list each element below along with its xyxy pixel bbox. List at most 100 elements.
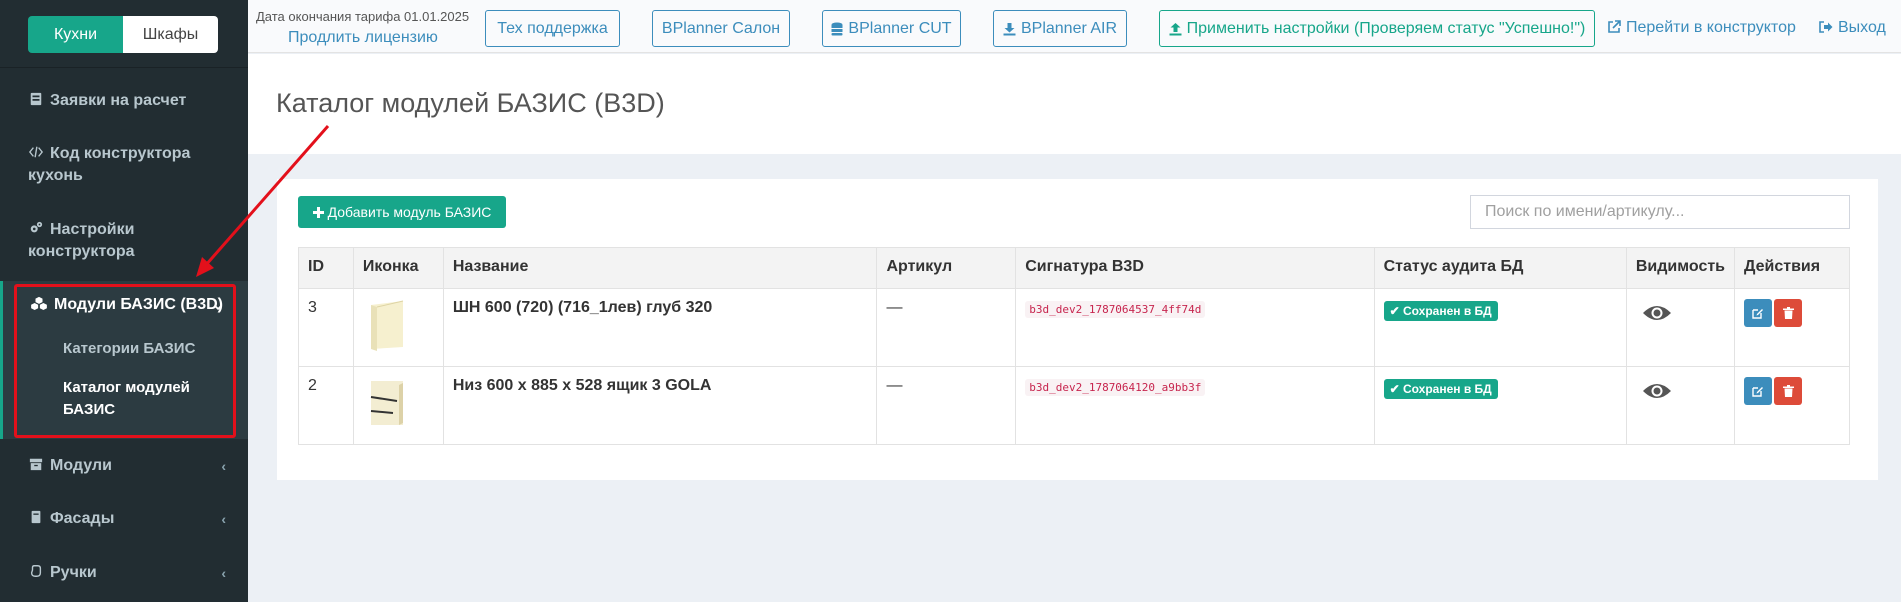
sidebar-item-label: Модули [50, 457, 112, 474]
trash-icon [1782, 307, 1794, 319]
sidebar: Кухни Шкафы Заявки на расчет Код констру… [0, 0, 248, 602]
edit-icon [1752, 309, 1764, 319]
eye-icon[interactable] [1642, 303, 1672, 323]
upload-icon [1169, 22, 1182, 35]
cell-visibility [1625, 288, 1736, 367]
cell-icon [352, 288, 444, 367]
module-name: Низ 600 х 885 х 528 ящик 3 GOLA [452, 377, 712, 394]
content-header: Каталог модулей БАЗИС (B3D) [248, 54, 1901, 154]
cell-name: Низ 600 х 885 х 528 ящик 3 GOLA [442, 366, 878, 445]
chevron-down-icon: ⌄ [212, 296, 224, 313]
external-link-icon [1608, 20, 1621, 33]
edit-button[interactable] [1744, 377, 1773, 405]
sidebar-subitem-bazis-categories[interactable]: Категории БАЗИС [63, 338, 238, 360]
sidebar-item-label: Ручки [50, 564, 97, 581]
product-switch: Кухни Шкафы [28, 16, 218, 53]
table-row: 2 Низ 600 х 885 х 528 ящик 3 GOLA — b3d_… [298, 366, 1850, 445]
cell-audit-status: ✔ Сохранен в БД [1373, 288, 1627, 367]
column-header-signature: Сигнатура B3D [1015, 247, 1375, 289]
module-thumbnail-image [370, 300, 404, 351]
column-header-audit-status: Статус аудита БД [1373, 247, 1627, 289]
sidebar-item-label: Код конструктора кухонь [28, 145, 191, 184]
delete-button[interactable] [1774, 299, 1803, 327]
search-input[interactable] [1470, 195, 1850, 229]
table-header-row: ID Иконка Название Артикул Сигнатура B3D… [298, 247, 1850, 289]
sidebar-item-handles[interactable]: Ручки ‹ [0, 562, 248, 584]
cell-id: 2 [298, 366, 354, 445]
bplanner-cut-button[interactable]: BPlanner CUT [822, 10, 961, 47]
page-title: Каталог модулей БАЗИС (B3D) [276, 88, 665, 118]
cell-signature: b3d_dev2_1787064537_4ff74d [1015, 288, 1375, 367]
column-header-id: ID [298, 247, 354, 289]
support-button-label: Тех поддержка [497, 19, 608, 37]
book-icon [31, 510, 41, 524]
cubes-icon [31, 296, 47, 310]
cogs-icon [30, 221, 43, 233]
sidebar-item-bazis-modules[interactable]: Модули БАЗИС (B3D) ⌄ [0, 294, 248, 316]
column-header-article: Артикул [876, 247, 1017, 289]
check-icon: ✔ [1389, 304, 1403, 318]
bplanner-air-button[interactable]: BPlanner AIR [993, 10, 1127, 47]
go-to-constructor-link[interactable]: Перейти в конструктор [1607, 19, 1796, 37]
column-header-icon: Иконка [352, 247, 444, 289]
cell-article: — [876, 288, 1017, 367]
sidebar-item-label: Модули БАЗИС (B3D) [54, 296, 224, 313]
tariff-expiry-text: Дата окончания тарифа 01.01.2025 [256, 9, 470, 24]
table-row: 3 ШН 600 (720) (716_1лев) глуб 320 — b3d… [298, 288, 1850, 367]
inbox-icon [30, 92, 42, 106]
wardrobes-tab[interactable]: Шкафы [123, 16, 218, 53]
sidebar-divider [0, 67, 248, 68]
support-button[interactable]: Тех поддержка [485, 10, 620, 47]
chevron-left-icon: ‹ [221, 458, 226, 474]
delete-button[interactable] [1774, 377, 1803, 405]
b3d-signature: b3d_dev2_1787064537_4ff74d [1025, 301, 1206, 318]
module-thumbnail-image [370, 381, 403, 425]
sidebar-item-label: Фасады [50, 510, 115, 527]
sidebar-item-requests[interactable]: Заявки на расчет [0, 90, 248, 112]
code-icon [28, 146, 44, 158]
cell-audit-status: ✔ Сохранен в БД [1373, 366, 1627, 445]
column-header-actions: Действия [1734, 247, 1850, 289]
logout-label: Выход [1838, 19, 1886, 36]
hand-icon [30, 565, 42, 577]
sidebar-item-facades[interactable]: Фасады ‹ [0, 508, 248, 530]
cell-name: ШН 600 (720) (716_1лев) глуб 320 [442, 288, 878, 367]
cell-article: — [876, 366, 1017, 445]
edit-button[interactable] [1744, 299, 1773, 327]
edit-icon [1752, 387, 1764, 397]
column-header-visibility: Видимость [1625, 247, 1736, 289]
cell-icon [352, 366, 444, 445]
sidebar-subitem-bazis-catalog[interactable]: Каталог модулей БАЗИС [63, 377, 213, 421]
add-bazis-module-button[interactable]: Добавить модуль БАЗИС [298, 196, 506, 228]
column-header-name: Название [442, 247, 878, 289]
chevron-left-icon: ‹ [221, 565, 226, 581]
plus-icon [312, 206, 324, 218]
add-button-label: Добавить модуль БАЗИС [327, 204, 492, 220]
air-button-label: BPlanner AIR [1020, 19, 1118, 37]
sign-out-icon [1819, 21, 1833, 33]
kitchens-tab[interactable]: Кухни [28, 16, 123, 53]
eye-icon[interactable] [1642, 381, 1672, 401]
apply-settings-label: Применить настройки (Проверяем статус "У… [1186, 19, 1586, 37]
status-badge: ✔ Сохранен в БД [1383, 379, 1498, 399]
trash-icon [1782, 385, 1794, 397]
download-icon [1003, 22, 1016, 35]
status-badge: ✔ Сохранен в БД [1383, 301, 1498, 321]
database-icon [831, 22, 843, 35]
apply-settings-button[interactable]: Применить настройки (Проверяем статус "У… [1159, 10, 1595, 47]
modules-table: ID Иконка Название Артикул Сигнатура B3D… [298, 247, 1850, 445]
sidebar-item-label: Заявки на расчет [50, 92, 187, 109]
module-name: ШН 600 (720) (716_1лев) глуб 320 [452, 299, 713, 316]
sidebar-item-settings[interactable]: Настройки конструктора [0, 219, 200, 263]
chevron-left-icon: ‹ [221, 511, 226, 527]
status-badge-label: Сохранен в БД [1402, 304, 1492, 318]
renew-license-link[interactable]: Продлить лицензию [288, 29, 438, 47]
logout-link[interactable]: Выход [1819, 19, 1886, 37]
archive-icon [29, 458, 43, 471]
check-icon: ✔ [1389, 382, 1403, 396]
bplanner-salon-button[interactable]: BPlanner Салон [652, 10, 790, 47]
sidebar-item-modules[interactable]: Модули ‹ [0, 455, 248, 477]
cell-id: 3 [298, 288, 354, 367]
constructor-link-label: Перейти в конструктор [1626, 19, 1796, 36]
sidebar-item-code[interactable]: Код конструктора кухонь [0, 143, 220, 187]
